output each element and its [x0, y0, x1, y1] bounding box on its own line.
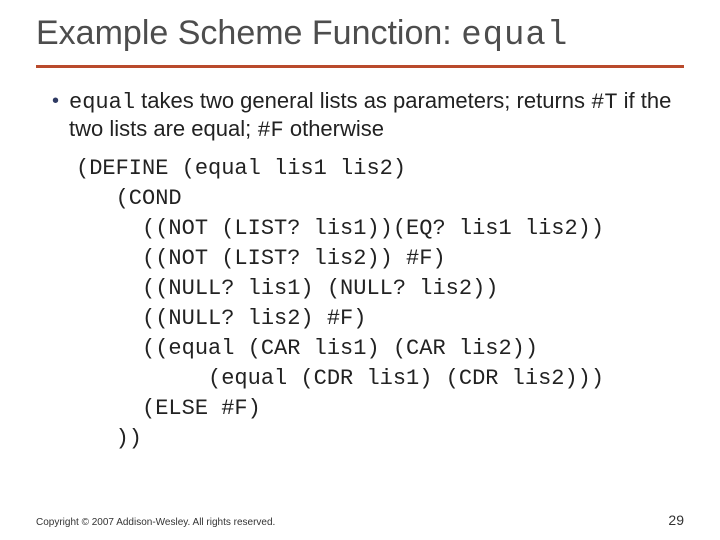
bullet-seg-3: otherwise — [284, 116, 384, 141]
bullet-text: equal takes two general lists as paramet… — [69, 88, 684, 144]
code-line-5: ((NULL? lis2) #F) — [76, 306, 366, 331]
bullet-seg-1: takes two general lists as parameters; r… — [135, 88, 591, 113]
code-line-8: (ELSE #F) — [76, 396, 261, 421]
bullet-mono-3: #F — [257, 118, 283, 143]
content-area: • equal takes two general lists as param… — [36, 88, 684, 454]
footer: Copyright © 2007 Addison-Wesley. All rig… — [36, 512, 684, 528]
bullet-marker: • — [52, 88, 59, 114]
page-number: 29 — [668, 512, 684, 528]
code-line-6: ((equal (CAR lis1) (CAR lis2)) — [76, 336, 538, 361]
title-mono: equal — [461, 17, 568, 55]
title-rule — [36, 65, 684, 68]
bullet-mono-2: #T — [591, 90, 617, 115]
bullet-mono-1: equal — [69, 90, 135, 115]
code-block: (DEFINE (equal lis1 lis2) (COND ((NOT (L… — [76, 154, 684, 454]
code-line-1: (COND — [76, 186, 182, 211]
code-line-7: (equal (CDR lis1) (CDR lis2))) — [76, 366, 604, 391]
slide: Example Scheme Function: equal • equal t… — [0, 0, 720, 454]
code-line-2: ((NOT (LIST? lis1))(EQ? lis1 lis2)) — [76, 216, 604, 241]
title-text: Example Scheme Function: — [36, 14, 461, 52]
bullet-item: • equal takes two general lists as param… — [52, 88, 684, 144]
code-line-4: ((NULL? lis1) (NULL? lis2)) — [76, 276, 498, 301]
code-line-0: (DEFINE (equal lis1 lis2) — [76, 156, 406, 181]
code-line-9: )) — [76, 426, 142, 451]
copyright-text: Copyright © 2007 Addison-Wesley. All rig… — [36, 517, 275, 528]
code-line-3: ((NOT (LIST? lis2)) #F) — [76, 246, 446, 271]
slide-title: Example Scheme Function: equal — [36, 14, 684, 55]
